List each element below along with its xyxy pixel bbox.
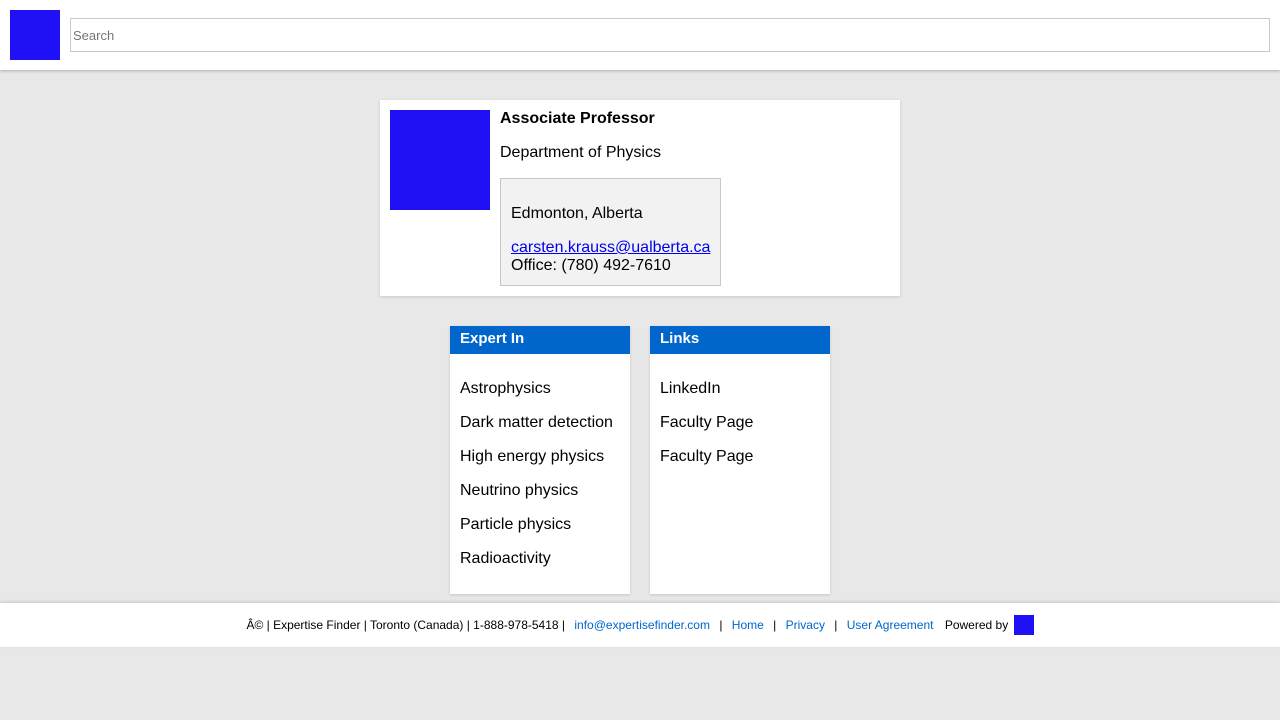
avatar xyxy=(390,110,490,210)
expert-in-panel: Expert In Astrophysics Dark matter detec… xyxy=(450,326,630,594)
top-bar xyxy=(0,0,1280,70)
links-list: LinkedIn Faculty Page Faculty Page xyxy=(650,354,830,474)
list-item: Radioactivity xyxy=(460,550,551,567)
footer: Â© | Expertise Finder | Toronto (Canada)… xyxy=(0,603,1280,647)
links-heading: Links xyxy=(650,326,830,354)
footer-copyright: Â© | Expertise Finder | Toronto (Canada)… xyxy=(246,618,566,632)
list-item: Dark matter detection xyxy=(460,414,613,431)
contact-box: Edmonton, Alberta carsten.krauss@ualbert… xyxy=(500,178,721,286)
footer-separator: | xyxy=(719,618,723,632)
footer-email-link[interactable]: info@expertisefinder.com xyxy=(574,618,710,632)
profile-title: Associate Professor xyxy=(500,110,655,127)
links-panel: Links LinkedIn Faculty Page Faculty Page xyxy=(650,326,830,594)
list-item: Astrophysics xyxy=(460,380,551,397)
footer-privacy-link[interactable]: Privacy xyxy=(786,618,825,632)
footer-separator: | xyxy=(834,618,838,632)
link-faculty-page[interactable]: Faculty Page xyxy=(650,406,830,440)
link-faculty-page[interactable]: Faculty Page xyxy=(650,440,830,474)
footer-separator: | xyxy=(773,618,777,632)
profile-location: Edmonton, Alberta xyxy=(511,205,643,222)
profile-department: Department of Physics xyxy=(500,144,661,161)
site-logo[interactable] xyxy=(10,10,60,60)
email-link[interactable]: carsten.krauss@ualberta.ca xyxy=(511,239,710,257)
footer-home-link[interactable]: Home xyxy=(732,618,764,632)
expert-in-heading: Expert In xyxy=(450,326,630,354)
search-input[interactable] xyxy=(70,18,1270,52)
list-item: Particle physics xyxy=(460,516,572,533)
expert-in-list: Astrophysics Dark matter detection High … xyxy=(450,354,630,576)
list-item: Neutrino physics xyxy=(460,482,579,499)
footer-powered-by: Powered by xyxy=(944,618,1009,632)
link-linkedin[interactable]: LinkedIn xyxy=(650,372,830,406)
profile-card: Associate Professor Department of Physic… xyxy=(380,100,900,296)
office-phone: Office: (780) 492-7610 xyxy=(511,257,671,274)
list-item: High energy physics xyxy=(460,448,605,465)
footer-user-agreement-link[interactable]: User Agreement xyxy=(847,618,934,632)
powered-by-logo[interactable] xyxy=(1013,615,1034,635)
